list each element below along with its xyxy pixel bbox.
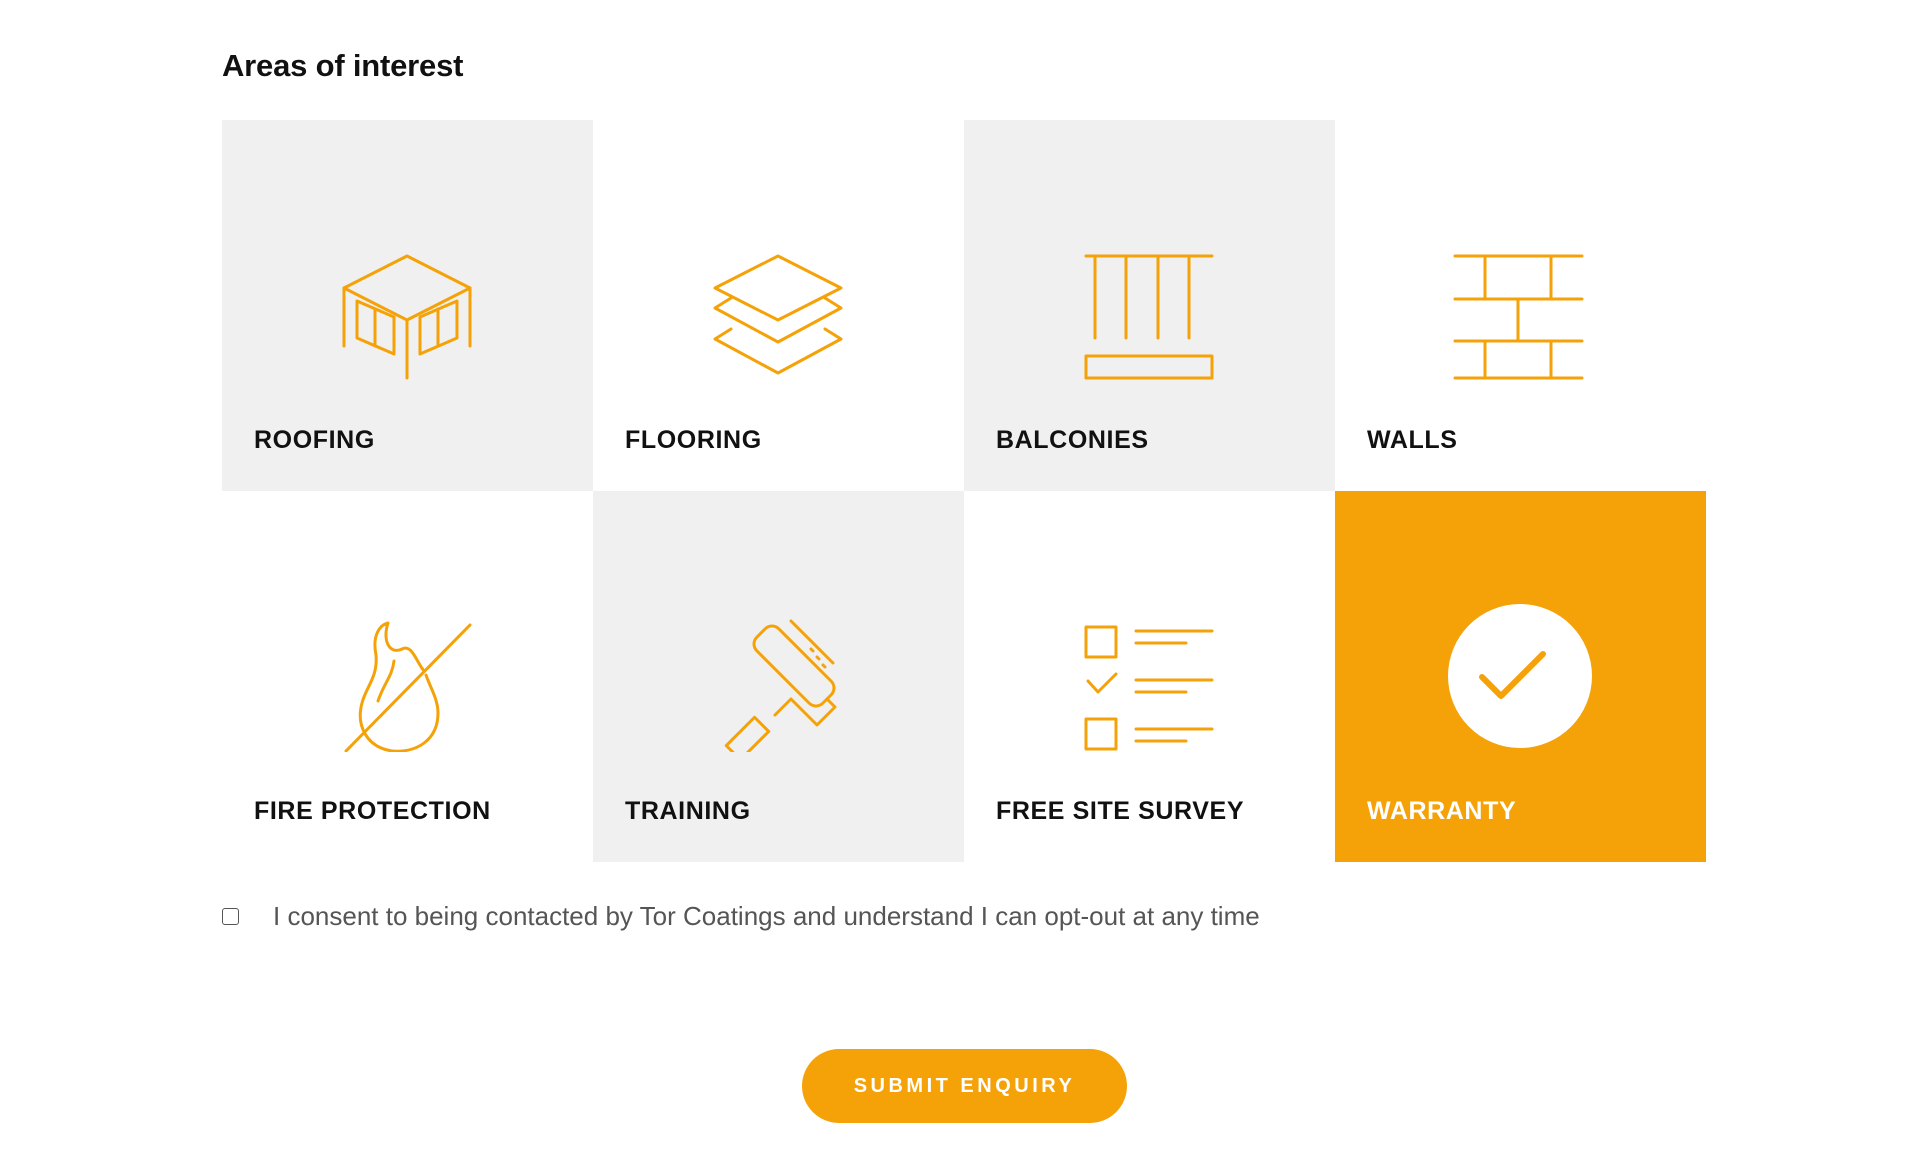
areas-of-interest-grid: ROOFING FLOORING BALCONIES WALLS FIRE PR… — [222, 120, 1706, 862]
areas-of-interest-heading: Areas of interest — [222, 48, 464, 83]
flooring-icon — [703, 230, 854, 381]
balconies-icon — [1074, 230, 1225, 381]
tile-label: FLOORING — [625, 426, 762, 454]
tile-free-site-survey[interactable]: FREE SITE SURVEY — [964, 491, 1335, 862]
roofing-icon — [332, 230, 483, 381]
consent-checkbox[interactable] — [222, 907, 239, 925]
tile-label: TRAINING — [625, 797, 751, 825]
tile-roofing[interactable]: ROOFING — [222, 120, 593, 491]
tile-warranty[interactable]: WARRANTY — [1335, 491, 1706, 862]
tile-label: ROOFING — [254, 426, 375, 454]
tile-walls[interactable]: WALLS — [1335, 120, 1706, 491]
tile-label: BALCONIES — [996, 426, 1149, 454]
walls-icon — [1445, 230, 1596, 381]
tile-label: WARRANTY — [1367, 797, 1517, 825]
tile-flooring[interactable]: FLOORING — [593, 120, 964, 491]
tile-fire-protection[interactable]: FIRE PROTECTION — [222, 491, 593, 862]
tile-label: WALLS — [1367, 426, 1458, 454]
enquiry-form-page: Areas of interest ROOFING FLOORING BALCO… — [0, 0, 1920, 1150]
tile-training[interactable]: TRAINING — [593, 491, 964, 862]
fire-protection-icon — [332, 601, 483, 752]
submit-enquiry-button[interactable]: SUBMIT ENQUIRY — [802, 1049, 1127, 1123]
consent-row: I consent to being contacted by Tor Coat… — [222, 900, 1260, 931]
consent-label: I consent to being contacted by Tor Coat… — [273, 900, 1260, 931]
tile-label: FREE SITE SURVEY — [996, 797, 1245, 825]
paint-roller-icon — [703, 601, 854, 752]
tile-label: FIRE PROTECTION — [254, 797, 491, 825]
tile-balconies[interactable]: BALCONIES — [964, 120, 1335, 491]
checklist-icon — [1074, 601, 1225, 752]
checkmark-circle-icon — [1445, 601, 1596, 752]
